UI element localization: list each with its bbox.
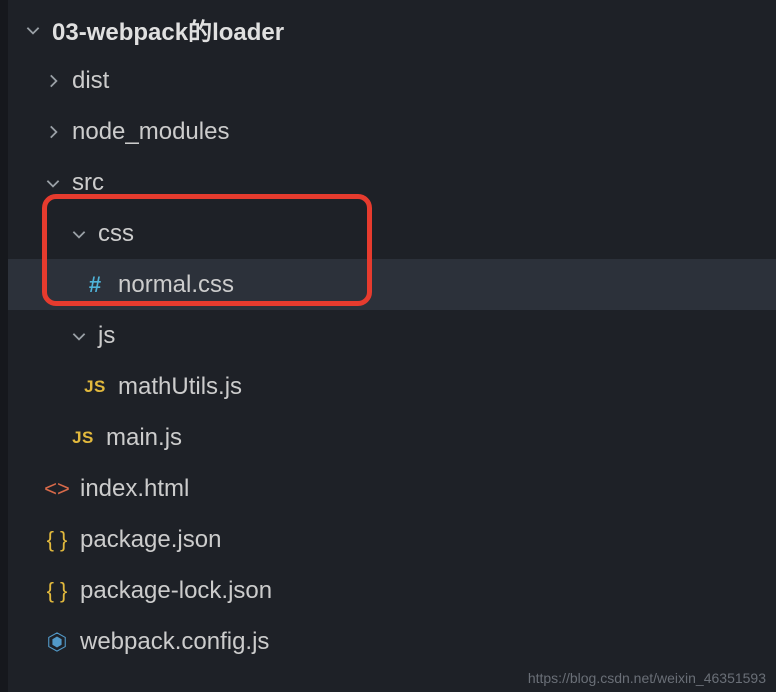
tree-label: package-lock.json: [80, 577, 272, 605]
tree-file-package-json[interactable]: { } package.json: [8, 514, 776, 565]
json-file-icon: { }: [42, 578, 72, 604]
tree-file-mathutils-js[interactable]: JS mathUtils.js: [8, 361, 776, 412]
tree-label: webpack.config.js: [80, 628, 269, 656]
js-file-icon: JS: [80, 377, 110, 397]
tree-label: src: [72, 169, 104, 197]
chevron-down-icon: [68, 327, 90, 345]
tree-file-main-js[interactable]: JS main.js: [8, 412, 776, 463]
chevron-right-icon: [42, 72, 64, 90]
tree-folder-node-modules[interactable]: node_modules: [8, 106, 776, 157]
json-file-icon: { }: [42, 527, 72, 553]
tree-label: index.html: [80, 475, 189, 503]
tree-label: mathUtils.js: [118, 373, 242, 401]
tree-label: dist: [72, 67, 109, 95]
webpack-file-icon: [42, 631, 72, 653]
tree-label: css: [98, 220, 134, 248]
js-file-icon: JS: [68, 428, 98, 448]
chevron-down-icon: [68, 225, 90, 243]
tree-folder-dist[interactable]: dist: [8, 55, 776, 106]
file-explorer-tree: 03-webpack的loader dist node_modules src …: [8, 0, 776, 667]
tree-file-package-lock-json[interactable]: { } package-lock.json: [8, 565, 776, 616]
tree-label: main.js: [106, 424, 182, 452]
tree-file-index-html[interactable]: <> index.html: [8, 463, 776, 514]
css-file-icon: #: [80, 272, 110, 298]
watermark-text: https://blog.csdn.net/weixin_46351593: [528, 670, 766, 686]
tree-folder-css[interactable]: css: [8, 208, 776, 259]
tree-file-webpack-config[interactable]: webpack.config.js: [8, 616, 776, 667]
tree-label: normal.css: [118, 271, 234, 299]
tree-file-normal-css[interactable]: # normal.css: [8, 259, 776, 310]
tree-label: js: [98, 322, 115, 350]
tree-label: 03-webpack的loader: [52, 12, 284, 47]
html-file-icon: <>: [42, 476, 72, 502]
tree-folder-src[interactable]: src: [8, 157, 776, 208]
tree-label: package.json: [80, 526, 221, 554]
tree-label: node_modules: [72, 118, 229, 146]
chevron-down-icon: [22, 21, 44, 39]
tree-folder-js[interactable]: js: [8, 310, 776, 361]
tree-folder-root[interactable]: 03-webpack的loader: [8, 4, 776, 55]
chevron-right-icon: [42, 123, 64, 141]
chevron-down-icon: [42, 174, 64, 192]
